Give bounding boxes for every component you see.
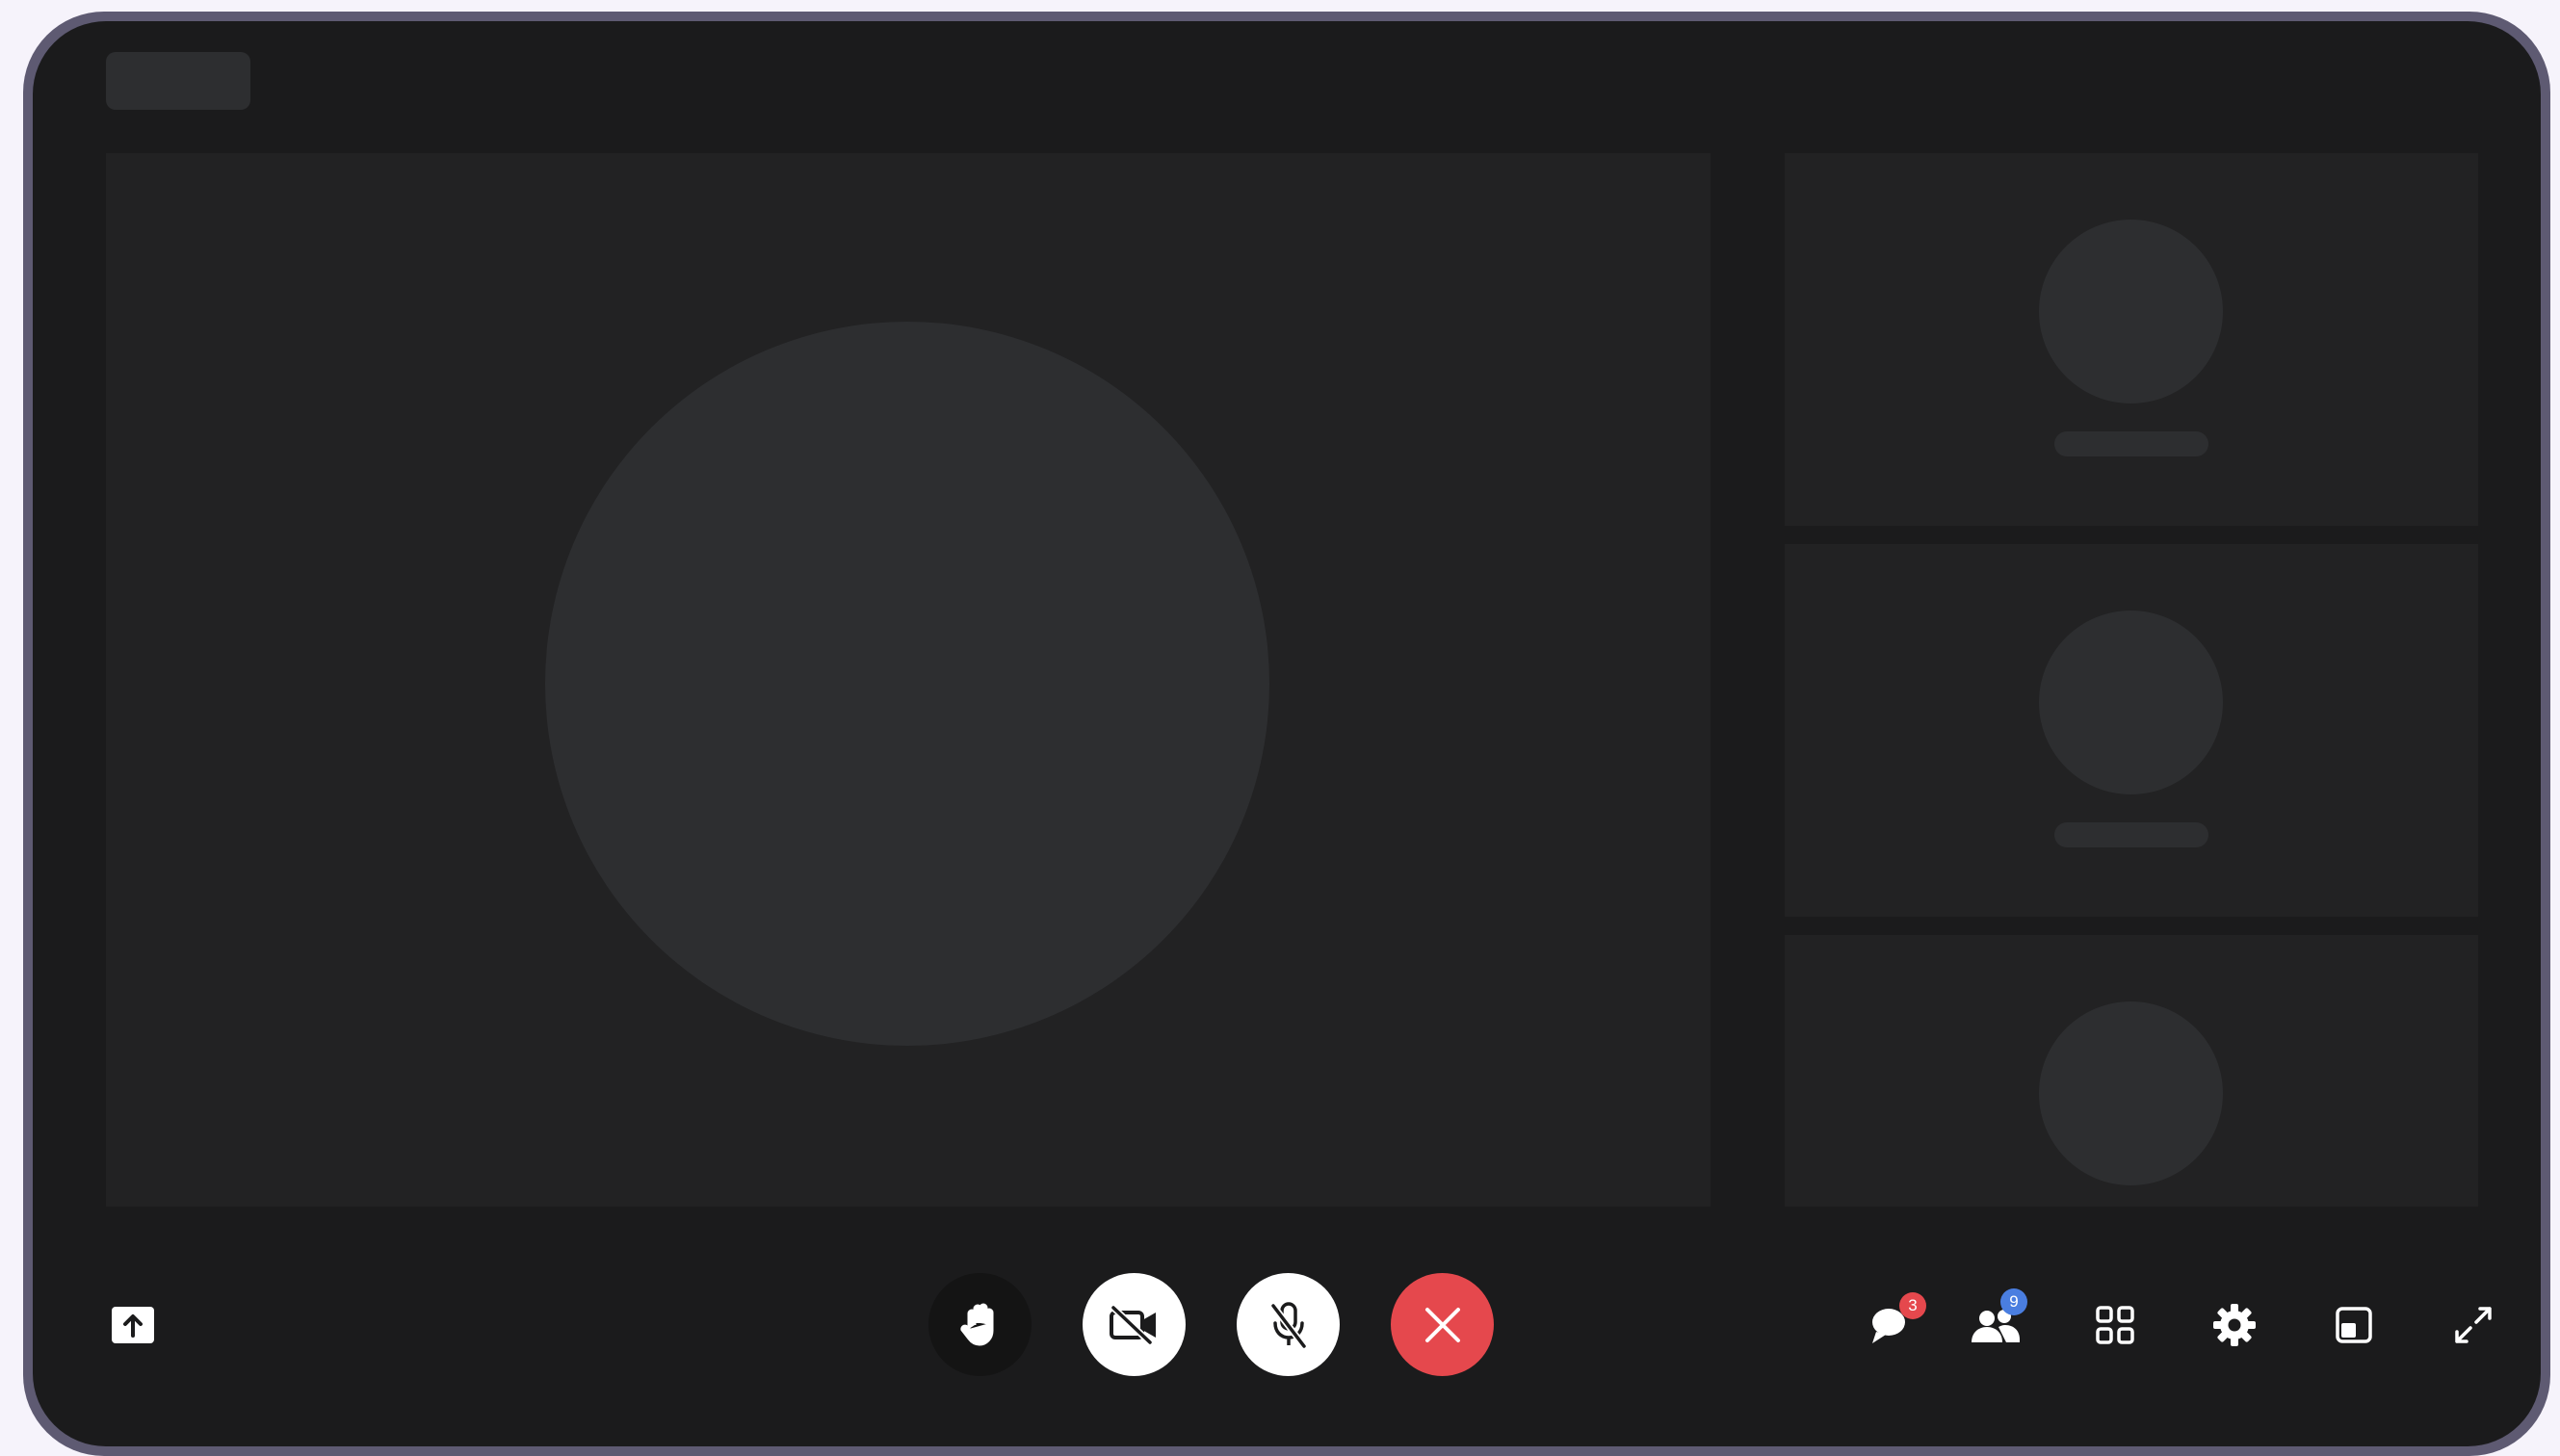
main-participant-tile[interactable] (106, 153, 1711, 1207)
participants-count-badge: 9 (2000, 1288, 2027, 1315)
settings-button[interactable] (2196, 1287, 2273, 1364)
raise-hand-button[interactable] (928, 1273, 1032, 1376)
fullscreen-button[interactable] (2435, 1287, 2512, 1364)
chat-button[interactable]: 3 (1852, 1287, 1929, 1364)
gear-icon (2212, 1303, 2257, 1347)
participants-button[interactable]: 9 (1957, 1287, 2034, 1364)
participant-avatar (2039, 1001, 2223, 1185)
sidebar-participant-tile[interactable] (1785, 544, 2478, 917)
hand-icon (959, 1302, 1002, 1348)
sidebar-participant-tile[interactable] (1785, 153, 2478, 526)
pip-icon (2335, 1306, 2373, 1344)
device-frame: 3 9 (23, 12, 2550, 1456)
upload-arrow-icon (111, 1306, 155, 1344)
expand-icon (2453, 1305, 2494, 1345)
main-participant-avatar (545, 322, 1269, 1046)
participant-avatar (2039, 611, 2223, 794)
mic-toggle-button[interactable] (1237, 1273, 1340, 1376)
room-label-placeholder (106, 52, 250, 110)
participant-name-placeholder (2054, 822, 2208, 847)
end-call-button[interactable] (1391, 1273, 1494, 1376)
participant-name-placeholder (2054, 431, 2208, 456)
grid-view-button[interactable] (2077, 1287, 2154, 1364)
video-off-icon (1108, 1304, 1162, 1346)
call-toolbar: 3 9 (33, 1252, 2541, 1396)
close-icon (1424, 1306, 1462, 1344)
picture-in-picture-button[interactable] (2315, 1287, 2392, 1364)
mic-off-icon (1267, 1300, 1310, 1350)
share-screen-button[interactable] (94, 1287, 171, 1364)
sidebar-participant-tile[interactable] (1785, 935, 2478, 1207)
grid-icon (2095, 1305, 2135, 1345)
camera-toggle-button[interactable] (1083, 1273, 1186, 1376)
video-call-screen: 3 9 (33, 21, 2541, 1446)
participant-avatar (2039, 220, 2223, 403)
chat-unread-badge: 3 (1899, 1292, 1926, 1319)
